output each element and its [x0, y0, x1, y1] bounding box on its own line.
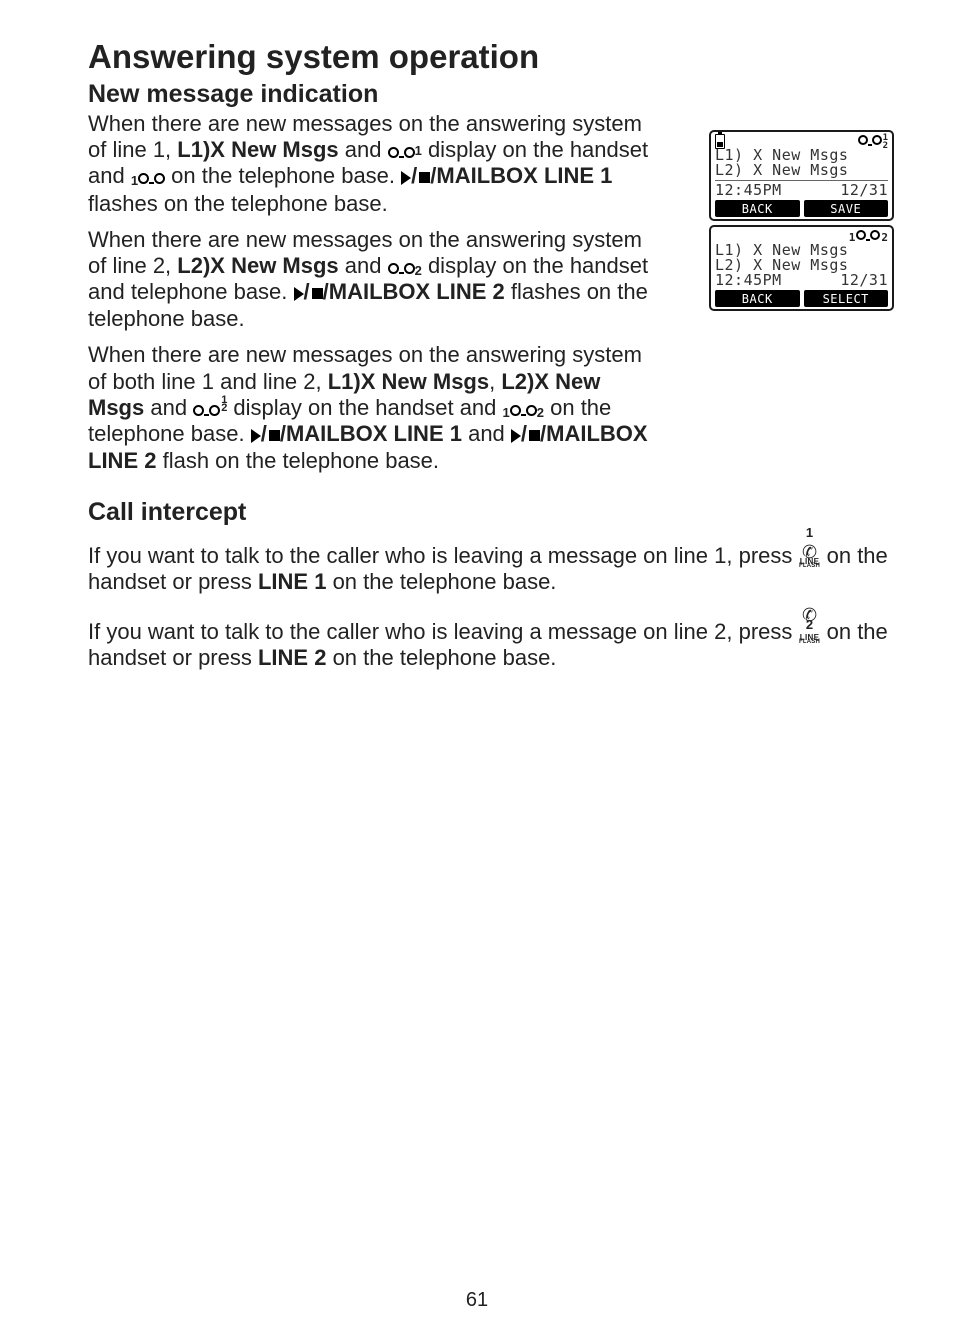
text: on the telephone base. — [165, 163, 401, 188]
text: 1 — [849, 232, 856, 243]
text: 2 — [806, 621, 813, 629]
tape-icon — [856, 229, 880, 245]
softkey-back: BACK — [715, 290, 800, 307]
icon-sup: 1 — [415, 143, 422, 158]
paragraph-4: If you want to talk to the caller who is… — [88, 529, 894, 595]
line1-key-icon: 1✆LINEFLASH — [799, 529, 821, 568]
page-title: Answering system operation — [88, 38, 894, 76]
text: FLASH — [799, 565, 821, 569]
text: 1 — [806, 529, 813, 537]
text-bold: L2)X New Msgs — [177, 253, 338, 278]
lcd-time-row: 12:45PM12/31 — [715, 183, 888, 198]
text: flash on the telephone base. — [156, 448, 439, 473]
play-stop-icon — [511, 422, 521, 448]
play-stop-icon — [527, 422, 540, 448]
text: 2 — [883, 141, 888, 151]
text-bold: LINE 2 — [258, 645, 326, 670]
text: If you want to talk to the caller who is… — [88, 619, 799, 644]
text: If you want to talk to the caller who is… — [88, 543, 799, 568]
text: and — [339, 253, 388, 278]
text: and — [462, 421, 511, 446]
paragraph-2: When there are new messages on the answe… — [88, 227, 658, 333]
text: FLASH — [799, 641, 821, 645]
play-stop-icon — [417, 164, 430, 190]
text-bold: LINE 1 — [258, 569, 326, 594]
text: and — [339, 137, 388, 162]
section-2-title: Call intercept — [88, 498, 894, 527]
stack-12: 12 — [883, 134, 888, 150]
play-stop-icon — [267, 422, 280, 448]
softkey-save: SAVE — [804, 200, 889, 217]
base-lcd: 1 2 L1) X New Msgs L2) X New Msgs 12:45P… — [709, 225, 894, 311]
icon-sub: 2 — [415, 263, 422, 278]
tape-icon — [388, 144, 415, 163]
paragraph-3: When there are new messages on the answe… — [88, 342, 648, 474]
text-bold: MAILBOX LINE 1 — [286, 421, 462, 446]
battery-icon — [715, 134, 725, 149]
text-bold: /MAILBOX LINE 2 — [323, 279, 505, 304]
lcd-date: 12/31 — [840, 183, 888, 198]
play-stop-icon — [294, 280, 304, 306]
lcd-time-row: 12:45PM12/31 — [715, 273, 888, 288]
text: display on the handset and — [227, 395, 502, 420]
play-stop-icon — [310, 280, 323, 306]
handset-lcd: 12 L1) X New Msgs L2) X New Msgs 12:45PM… — [709, 130, 894, 221]
lcd-time: 12:45PM — [715, 273, 840, 288]
text-bold: L1)X New Msgs — [177, 137, 338, 162]
tape-icon — [138, 170, 165, 189]
tape-icon — [388, 260, 415, 279]
tape-icon — [858, 134, 882, 150]
text: flashes on the telephone base. — [88, 191, 388, 216]
paragraph-1: When there are new messages on the answe… — [88, 111, 658, 217]
play-stop-icon — [401, 164, 411, 190]
icon-sub: 2 — [537, 405, 544, 420]
icon-sub: 1 — [503, 405, 510, 420]
softkey-back: BACK — [715, 200, 800, 217]
tape-icon — [510, 402, 537, 421]
section-1-title: New message indication — [88, 80, 894, 109]
icon-sub: 1 — [131, 173, 138, 188]
paragraph-5: If you want to talk to the caller who is… — [88, 605, 894, 671]
text-bold: /MAILBOX LINE 1 — [430, 163, 612, 188]
lcd-line: L2) X New Msgs — [715, 163, 888, 178]
text: and — [144, 395, 193, 420]
play-stop-icon — [251, 422, 261, 448]
line2-key-icon: ✆2LINEFLASH — [799, 605, 821, 644]
text: on the telephone base. — [326, 645, 556, 670]
lcd-group: 12 L1) X New Msgs L2) X New Msgs 12:45PM… — [709, 130, 894, 311]
tape-icon — [193, 402, 220, 421]
text: , — [489, 369, 501, 394]
lcd-date: 12/31 — [840, 273, 888, 288]
lcd-time: 12:45PM — [715, 183, 840, 198]
text: 2 — [881, 232, 888, 243]
text: on the telephone base. — [326, 569, 556, 594]
softkey-select: SELECT — [804, 290, 889, 307]
text-bold: L1)X New Msgs — [328, 369, 489, 394]
page-number: 61 — [0, 1289, 954, 1312]
